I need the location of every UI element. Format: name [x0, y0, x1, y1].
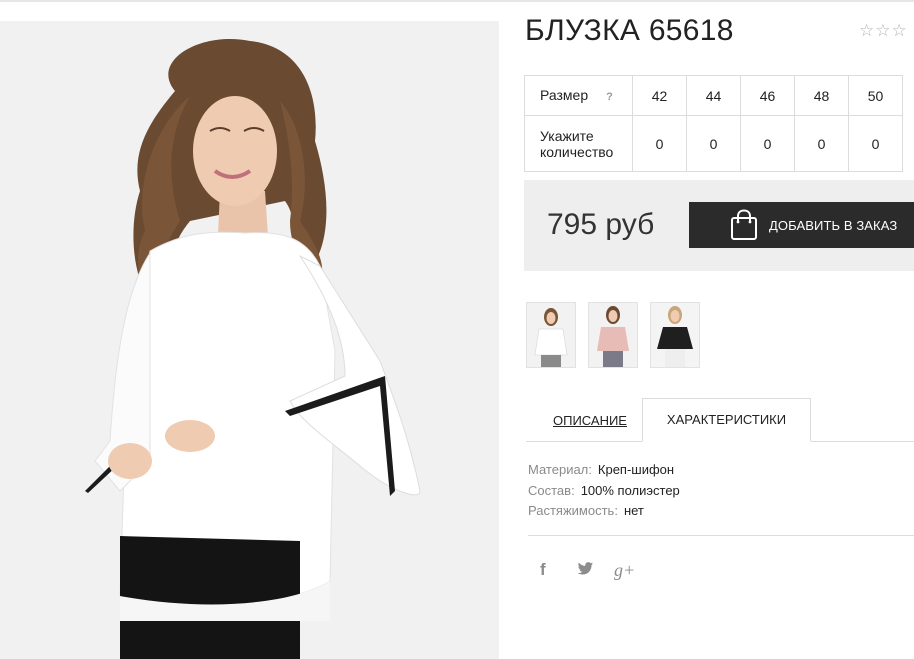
add-to-order-button[interactable]: ДОБАВИТЬ В ЗАКАЗ [689, 202, 914, 248]
spec-key: Состав: [528, 482, 575, 498]
quantity-input[interactable]: 0 [794, 115, 849, 172]
size-cell: 42 [632, 75, 687, 116]
facebook-icon[interactable]: f [540, 560, 546, 580]
star-icon[interactable]: ☆ [859, 22, 874, 39]
spec-row: Состав: 100% полиэстер [528, 481, 680, 502]
size-row: Размер? 42 44 46 48 50 [524, 75, 903, 116]
characteristics-list: Материал: Креп-шифон Состав: 100% полиэсте… [528, 460, 680, 522]
top-divider [0, 0, 914, 2]
size-label-cell: Размер? [524, 75, 633, 116]
product-price: 795 руб [547, 208, 655, 241]
size-cell: 44 [686, 75, 741, 116]
quantity-row: Укажите количество 0 0 0 0 0 [524, 115, 903, 172]
price-panel: 795 руб ДОБАВИТЬ В ЗАКАЗ [524, 180, 914, 271]
google-plus-icon[interactable]: g+ [614, 560, 635, 581]
quantity-input[interactable]: 0 [848, 115, 903, 172]
quantity-input[interactable]: 0 [740, 115, 795, 172]
spec-value: 100% полиэстер [580, 482, 680, 498]
shopping-bag-icon [731, 209, 757, 240]
spec-value: нет [623, 503, 644, 518]
product-main-image[interactable] [0, 21, 499, 659]
help-icon[interactable]: ? [606, 89, 613, 105]
twitter-icon[interactable] [577, 562, 594, 576]
size-label: Размер [540, 86, 589, 103]
spec-value: Креп-шифон [597, 462, 675, 477]
star-icon[interactable]: ☆ [892, 22, 907, 39]
quantity-label-cell: Укажите количество [524, 115, 633, 172]
product-title: БЛУЗКА 65618 [525, 14, 734, 47]
quantity-label-line2: количество [540, 143, 614, 160]
pink-blouse-thumbnail[interactable] [588, 302, 638, 368]
section-divider [528, 535, 914, 536]
star-icon[interactable]: ☆ [875, 22, 890, 39]
spec-key: Материал: [528, 462, 592, 477]
spec-row: Растяжимость: нет [528, 501, 680, 522]
size-cell: 48 [794, 75, 849, 116]
spec-row: Материал: Креп-шифон [528, 460, 680, 481]
tab-description[interactable]: ОПИСАНИЕ [553, 413, 627, 428]
rating-stars[interactable]: ☆ ☆ ☆ [859, 22, 907, 39]
add-to-order-label: ДОБАВИТЬ В ЗАКАЗ [769, 217, 898, 233]
black-blouse-thumbnail[interactable] [650, 302, 700, 368]
size-cell: 46 [740, 75, 795, 116]
size-table: Размер? 42 44 46 48 50 Укажите количеств… [524, 75, 903, 172]
quantity-input[interactable]: 0 [686, 115, 741, 172]
quantity-label-line1: Укажите [540, 127, 594, 144]
white-blouse-thumbnail[interactable] [526, 302, 576, 368]
quantity-input[interactable]: 0 [632, 115, 687, 172]
spec-key: Растяжимость: [528, 503, 618, 518]
size-cell: 50 [848, 75, 903, 116]
tab-characteristics[interactable]: ХАРАКТЕРИСТИКИ [642, 398, 811, 442]
